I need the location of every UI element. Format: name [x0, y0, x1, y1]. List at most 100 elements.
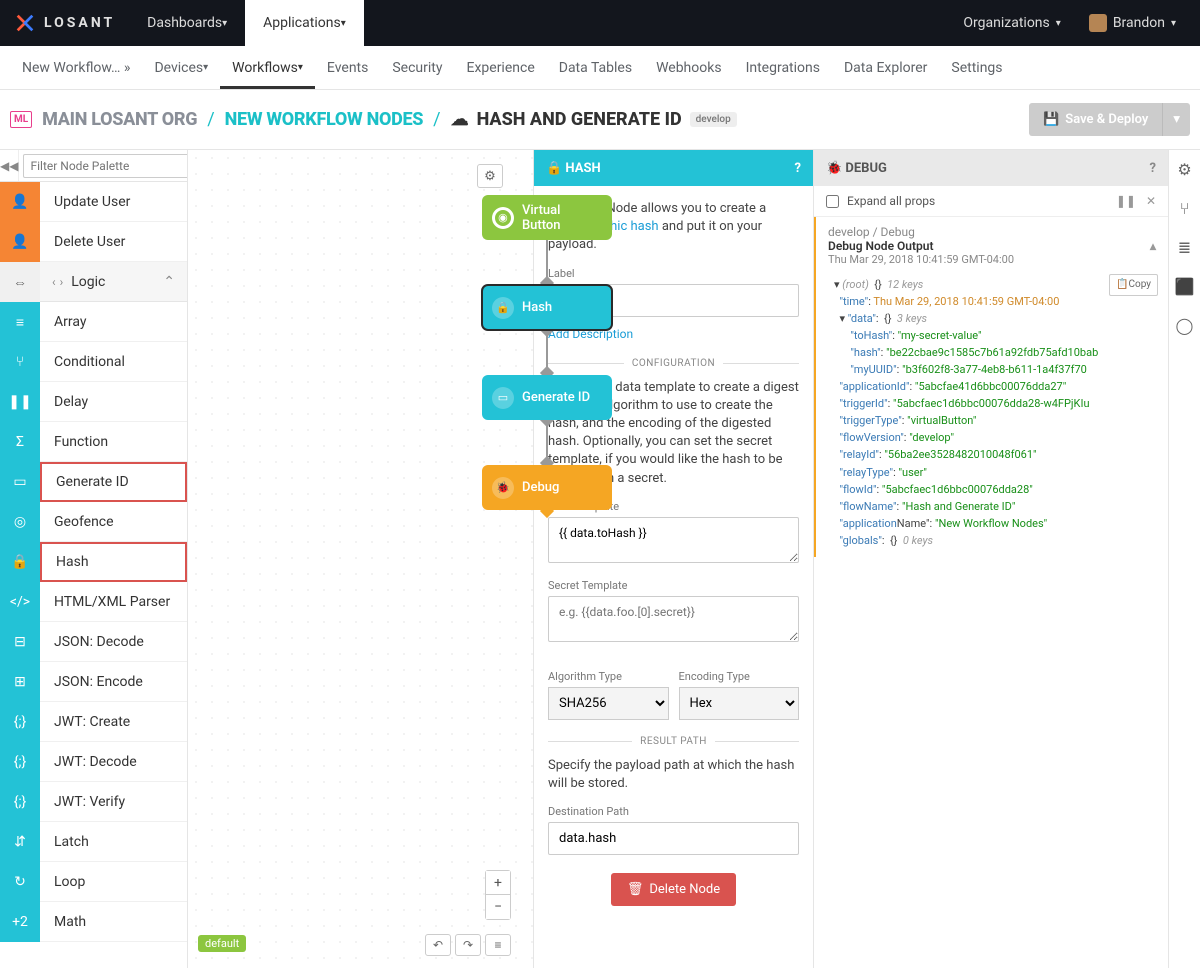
org-badge: ML	[10, 111, 32, 128]
bug-icon: 🐞	[492, 477, 514, 499]
main: ◀◀ 👤 👤 ⇔ ≡ ⑂ ❚❚ Σ ▭ ◎ 🔒 </> ⊟ ⊞ {;} {;} …	[0, 150, 1200, 968]
subnav-data-explorer[interactable]: Data Explorer	[832, 46, 939, 89]
node-array[interactable]: Array	[40, 302, 187, 342]
subnav-devices[interactable]: Devices	[142, 46, 220, 89]
canvas-settings-button[interactable]: ⚙	[477, 164, 503, 188]
copy-button[interactable]: 📋Copy	[1109, 274, 1158, 296]
subnav-data-tables[interactable]: Data Tables	[547, 46, 644, 89]
help-icon[interactable]: ?	[1150, 161, 1156, 176]
canvas-node-generate-id[interactable]: ▭ Generate ID	[482, 375, 612, 420]
user-name: Brandon	[1113, 15, 1165, 31]
canvas-node-debug[interactable]: 🐞 Debug	[482, 465, 612, 510]
expand-all-label: Expand all props	[847, 194, 935, 208]
category-logic[interactable]: ‹› Logic ⌃	[40, 262, 187, 302]
canvas-node-hash[interactable]: 🔒 Hash	[482, 285, 612, 330]
nav-organizations[interactable]: Organizations	[953, 15, 1070, 31]
list-view-button[interactable]: ≡	[485, 934, 511, 956]
subnav-workflows[interactable]: Workflows	[220, 46, 315, 89]
node-hash[interactable]: Hash	[40, 542, 187, 582]
undo-button[interactable]: ↶	[425, 934, 451, 956]
tab-debug-icon[interactable]: ⬛	[1175, 277, 1195, 296]
virtual-button-icon: ◉	[492, 207, 514, 229]
destination-path-input[interactable]	[548, 822, 799, 855]
node-html-parser[interactable]: HTML/XML Parser	[40, 582, 187, 622]
algorithm-select[interactable]: SHA256	[548, 687, 669, 720]
node-jwt-decode[interactable]: JWT: Decode	[40, 742, 187, 782]
node-geofence[interactable]: Geofence	[40, 502, 187, 542]
node-update-user[interactable]: Update User	[40, 182, 187, 222]
lock-icon: 🔒	[492, 297, 514, 319]
nav-applications[interactable]: Applications	[245, 0, 364, 46]
node-generate-id[interactable]: Generate ID	[40, 462, 187, 502]
debug-entry-header[interactable]: develop / Debug Debug Node Output▴ Thu M…	[813, 217, 1168, 270]
zoom-controls: + −	[485, 870, 511, 920]
expand-all-checkbox[interactable]	[826, 195, 839, 208]
debug-json-output: 📋Copy ▾ (root) {} 12 keys "time": Thu Ma…	[813, 270, 1168, 557]
subnav-integrations[interactable]: Integrations	[734, 46, 832, 89]
subnav-settings[interactable]: Settings	[939, 46, 1014, 89]
bc-section[interactable]: NEW WORKFLOW NODES	[225, 109, 423, 130]
node-jwt-create[interactable]: JWT: Create	[40, 702, 187, 742]
destination-path-label: Destination Path	[548, 805, 799, 818]
tab-settings-icon[interactable]: ⚙	[1177, 160, 1191, 179]
node-palette: ◀◀ 👤 👤 ⇔ ≡ ⑂ ❚❚ Σ ▭ ◎ 🔒 </> ⊟ ⊞ {;} {;} …	[0, 150, 188, 968]
subnav: New Workflow… » Devices Workflows Events…	[0, 46, 1200, 90]
node-loop[interactable]: Loop	[40, 862, 187, 902]
subnav-security[interactable]: Security	[380, 46, 454, 89]
filter-palette-input[interactable]	[23, 154, 188, 178]
zoom-out-button[interactable]: −	[486, 895, 510, 919]
workflow-canvas[interactable]: ⚙ ◉ Virtual Button 🔒 Hash ▭ Generate ID …	[188, 150, 533, 968]
node-json-encode[interactable]: JSON: Encode	[40, 662, 187, 702]
node-json-decode[interactable]: JSON: Decode	[40, 622, 187, 662]
tab-branch-icon[interactable]: ⑂	[1180, 199, 1190, 218]
expand-collapse-icon[interactable]: ⇔	[0, 262, 40, 302]
chevron-up-icon: ⌃	[137, 274, 175, 290]
node-delete-user[interactable]: Delete User	[40, 222, 187, 262]
subnav-events[interactable]: Events	[315, 46, 380, 89]
node-math[interactable]: Math	[40, 902, 187, 942]
secret-template-input[interactable]	[548, 596, 799, 642]
encoding-label: Encoding Type	[679, 670, 800, 683]
node-function[interactable]: Function	[40, 422, 187, 462]
close-debug-button[interactable]: ✕	[1146, 194, 1156, 208]
bug-icon: 🐞	[826, 161, 842, 176]
canvas-node-virtual-button[interactable]: ◉ Virtual Button	[482, 195, 612, 240]
save-deploy-button[interactable]: 💾Save & Deploy	[1029, 103, 1162, 136]
tab-globe-icon[interactable]: ◯	[1176, 316, 1194, 335]
collapse-palette[interactable]: ◀◀	[0, 150, 19, 181]
gear-icon: ⚙	[484, 169, 496, 184]
subnav-new-workflow[interactable]: New Workflow… »	[10, 46, 142, 89]
tab-storage-icon[interactable]: ≣	[1178, 238, 1191, 257]
subnav-webhooks[interactable]: Webhooks	[644, 46, 734, 89]
node-delay[interactable]: Delay	[40, 382, 187, 422]
right-sidebar-tabs: ⚙ ⑂ ≣ ⬛ ◯	[1168, 150, 1200, 968]
debug-panel-header: 🐞 DEBUG ?	[814, 150, 1168, 186]
user-edit-icon: 👤	[0, 182, 40, 222]
node-conditional[interactable]: Conditional	[40, 342, 187, 382]
redo-button[interactable]: ↷	[455, 934, 481, 956]
node-latch[interactable]: Latch	[40, 822, 187, 862]
node-jwt-verify[interactable]: JWT: Verify	[40, 782, 187, 822]
breadcrumb: ML MAIN LOSANT ORG / NEW WORKFLOW NODES …	[0, 90, 1200, 150]
collapse-icon[interactable]: ▴	[1150, 239, 1156, 253]
save-deploy-dropdown[interactable]: ▾	[1162, 103, 1190, 136]
config-panel: 🔒 HASH ? The Hash Node allows you to cre…	[533, 150, 813, 968]
label-field-label: Label	[548, 267, 799, 280]
nav-user-menu[interactable]: Brandon ▾	[1079, 14, 1186, 32]
help-icon[interactable]: ?	[795, 161, 801, 176]
trash-icon: 🗑	[627, 882, 644, 897]
pause-debug-button[interactable]: ❚❚	[1116, 194, 1136, 208]
zoom-in-button[interactable]: +	[486, 871, 510, 895]
data-template-input[interactable]: {{ data.toHash }}	[548, 517, 799, 563]
delete-node-button[interactable]: 🗑Delete Node	[611, 873, 736, 906]
bc-title: ☁ HASH AND GENERATE ID develop	[451, 109, 737, 130]
json-encode-icon: ⊞	[0, 662, 40, 702]
encoding-select[interactable]: Hex	[679, 687, 800, 720]
nav-dashboards[interactable]: Dashboards	[129, 0, 245, 46]
pause-icon: ❚❚	[0, 382, 40, 422]
subnav-experience[interactable]: Experience	[455, 46, 547, 89]
bc-org[interactable]: MAIN LOSANT ORG	[42, 109, 197, 130]
secret-template-label: Secret Template	[548, 579, 799, 592]
brand-logo[interactable]: LOSANT	[0, 0, 129, 46]
cloud-icon: ☁	[451, 109, 469, 130]
